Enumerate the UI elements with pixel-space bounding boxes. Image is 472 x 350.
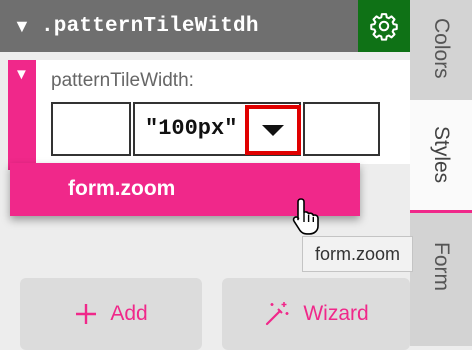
caret-down-icon [262, 124, 284, 136]
tab-colors-label: Colors [430, 17, 453, 79]
tooltip: form.zoom [302, 236, 414, 272]
gear-icon [370, 13, 398, 41]
property-label: patternTileWidth: [51, 70, 194, 91]
tab-form-label: Form [430, 242, 453, 291]
magic-wand-icon [263, 300, 291, 328]
wizard-button[interactable]: Wizard [222, 278, 410, 350]
settings-button[interactable] [358, 0, 410, 52]
hand-pointer-icon [292, 198, 319, 235]
rule-header[interactable]: ▼ .patternTileWitdh [0, 0, 358, 52]
value-cell-empty-left[interactable] [51, 102, 131, 156]
add-button-label: Add [110, 302, 148, 325]
tooltip-text: form.zoom [315, 243, 401, 264]
collapse-caret-icon[interactable]: ▼ [13, 17, 31, 35]
value-dropdown-button[interactable] [245, 105, 301, 155]
tab-styles[interactable]: Styles [410, 100, 472, 213]
tab-colors[interactable]: Colors [410, 0, 472, 96]
value-cell-empty-right[interactable] [303, 102, 380, 156]
menu-item-form-zoom[interactable]: form.zoom [68, 177, 175, 201]
tab-styles-label: Styles [430, 126, 453, 184]
tab-form[interactable]: Form [410, 232, 472, 346]
plus-icon [74, 302, 98, 326]
wizard-button-label: Wizard [303, 302, 369, 325]
add-button[interactable]: Add [20, 278, 202, 350]
value-text: "100px" [145, 116, 238, 141]
rule-title: .patternTileWitdh [41, 14, 259, 38]
property-caret-icon[interactable]: ▼ [14, 67, 29, 82]
